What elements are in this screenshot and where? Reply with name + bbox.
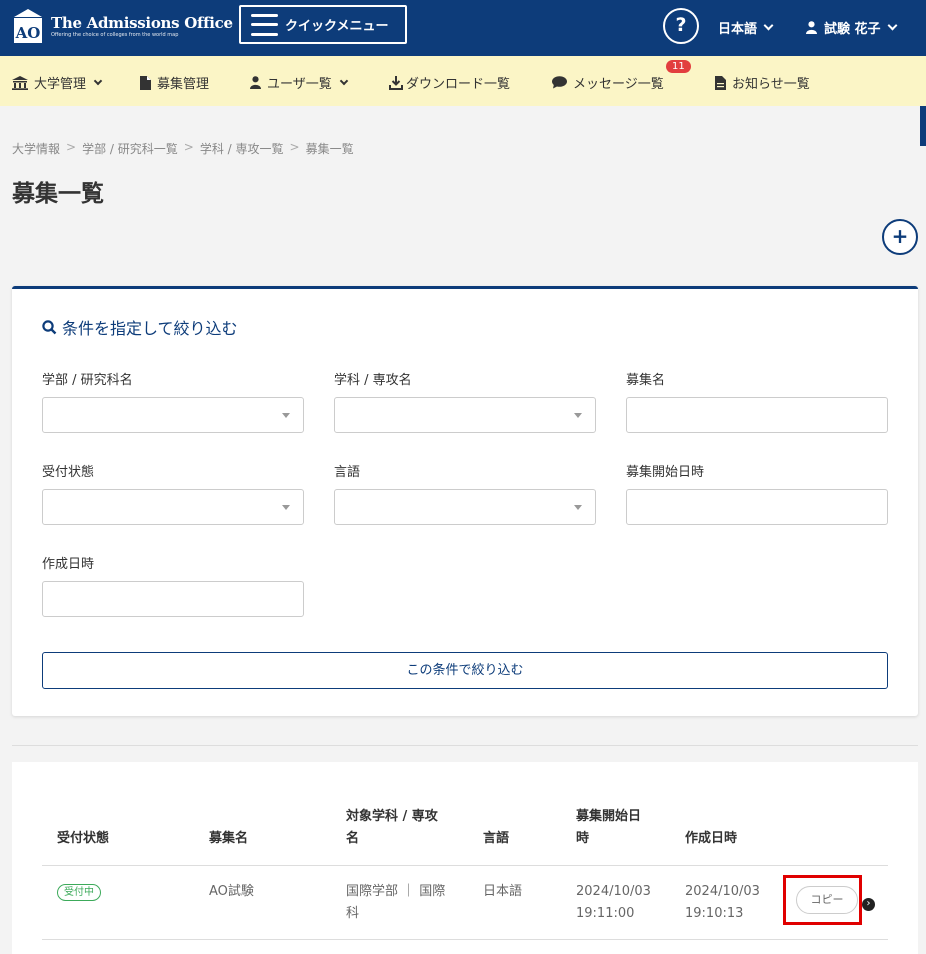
- message-count-badge: 11: [666, 60, 691, 73]
- faculty-select[interactable]: [42, 397, 304, 433]
- row-language: 日本語: [483, 884, 523, 899]
- search-icon: [42, 319, 57, 334]
- nav-university-label: 大学管理: [34, 77, 87, 92]
- user-name: 試験 花子: [824, 22, 881, 37]
- row-created-time: 19:10:13: [685, 906, 744, 921]
- start-date-input[interactable]: [626, 489, 888, 525]
- logo-subtitle: Offering the choice of colleges from the…: [51, 31, 179, 38]
- nav-notices-label: お知らせ一覧: [732, 77, 810, 92]
- filter-heading-text: 条件を指定して絞り込む: [62, 319, 238, 338]
- nav-messages[interactable]: メッセージ一覧: [552, 73, 664, 92]
- row-target: 国際学部 ｜ 国際 科: [346, 881, 445, 925]
- row-created-date: 2024/10/03: [685, 884, 760, 899]
- table-row-divider: [42, 939, 888, 940]
- language-dropdown[interactable]: 日本語: [718, 18, 774, 37]
- nav-downloads[interactable]: ダウンロード一覧: [389, 73, 510, 92]
- status-label: 受付状態: [42, 465, 95, 480]
- document-icon: [140, 75, 151, 90]
- department-select[interactable]: [334, 397, 596, 433]
- faculty-label: 学部 / 研究科名: [42, 373, 133, 388]
- chevron-down-icon: [763, 20, 774, 31]
- filter-heading: 条件を指定して絞り込む: [42, 315, 238, 339]
- column-header-created[interactable]: 作成日時: [685, 828, 737, 850]
- nav-recruitment-label: 募集管理: [157, 77, 210, 92]
- created-date-input[interactable]: [42, 581, 304, 617]
- nav-recruitment[interactable]: 募集管理: [140, 73, 209, 92]
- user-icon: [806, 21, 817, 34]
- column-header-start-line1: 募集開始日: [576, 809, 642, 824]
- chevron-down-icon: [339, 76, 348, 85]
- row-target-line1: 国際学部 ｜ 国際: [346, 884, 446, 899]
- breadcrumb-item-faculty[interactable]: 学部 / 研究科一覧: [82, 140, 178, 157]
- chevron-down-icon: [887, 20, 897, 31]
- language-label: 日本語: [718, 22, 758, 37]
- breadcrumb-separator: >: [66, 140, 77, 154]
- logo[interactable]: AO The Admissions Office Offering the ch…: [12, 8, 233, 44]
- nav-university[interactable]: 大学管理: [12, 73, 103, 92]
- department-label: 学科 / 専攻名: [334, 373, 412, 388]
- column-header-start-line2: 時: [576, 831, 590, 846]
- chevron-right-icon[interactable]: ›: [862, 898, 875, 911]
- row-created-datetime: 2024/10/03 19:10:13: [685, 881, 760, 925]
- breadcrumb-item-department[interactable]: 学科 / 専攻一覧: [200, 140, 284, 157]
- top-header: AO The Admissions Office Offering the ch…: [0, 0, 926, 56]
- table-header-divider: [42, 865, 888, 866]
- created-date-label: 作成日時: [42, 557, 95, 572]
- filter-panel: 条件を指定して絞り込む 学部 / 研究科名 学科 / 専攻名 募集名 受付状態 …: [12, 286, 918, 716]
- recruitment-name-input[interactable]: [626, 397, 888, 433]
- column-header-target[interactable]: 対象学科 / 専攻 名: [346, 806, 438, 850]
- column-header-language[interactable]: 言語: [483, 828, 509, 850]
- help-button[interactable]: ?: [663, 8, 699, 44]
- recruitment-name-label: 募集名: [626, 373, 666, 388]
- column-header-target-line2: 名: [346, 831, 360, 846]
- quick-menu-label: クイックメニュー: [285, 19, 389, 34]
- row-name: AO試験: [209, 884, 254, 899]
- university-icon: [12, 75, 28, 90]
- row-start-date: 2024/10/03: [576, 884, 651, 899]
- breadcrumb-separator: >: [183, 140, 194, 154]
- copy-highlight: コピー: [783, 875, 862, 925]
- divider: [12, 745, 918, 746]
- add-button[interactable]: +: [882, 219, 918, 255]
- column-header-status[interactable]: 受付状態: [57, 828, 109, 850]
- logo-title: The Admissions Office: [51, 13, 233, 32]
- breadcrumb-item-university[interactable]: 大学情報: [12, 140, 60, 157]
- document-icon: [715, 75, 726, 90]
- row-target-line2: 科: [346, 906, 360, 921]
- nav-users[interactable]: ユーザ一覧: [250, 73, 348, 92]
- user-menu[interactable]: 試験 花子: [806, 18, 897, 37]
- row-start-time: 19:11:00: [576, 906, 635, 921]
- language-label: 言語: [334, 465, 361, 480]
- row-start-datetime: 2024/10/03 19:11:00: [576, 881, 651, 925]
- language-select[interactable]: [334, 489, 596, 525]
- chat-icon: [552, 76, 567, 89]
- nav-users-label: ユーザ一覧: [267, 77, 332, 92]
- hamburger-icon: [251, 13, 278, 36]
- filter-submit-button[interactable]: この条件で絞り込む: [42, 652, 888, 689]
- copy-button[interactable]: コピー: [796, 886, 858, 914]
- main-nav: 大学管理 募集管理 ユーザ一覧 ダウンロード一覧 メッセージ一覧 お知らせ一覧: [0, 56, 926, 106]
- start-date-label: 募集開始日時: [626, 465, 705, 480]
- quick-menu-button[interactable]: クイックメニュー: [239, 5, 407, 44]
- status-select[interactable]: [42, 489, 304, 525]
- nav-messages-label: メッセージ一覧: [573, 77, 664, 92]
- recruitment-table: 受付状態 募集名 対象学科 / 専攻 名 言語 募集開始日 時 作成日時 受付中…: [12, 762, 918, 954]
- nav-downloads-label: ダウンロード一覧: [406, 77, 511, 92]
- column-header-name[interactable]: 募集名: [209, 828, 248, 850]
- breadcrumb: 大学情報 > 学部 / 研究科一覧 > 学科 / 専攻一覧 > 募集一覧: [12, 140, 354, 157]
- user-icon: [250, 76, 261, 89]
- breadcrumb-separator: >: [289, 140, 300, 154]
- scroll-indicator: [920, 106, 926, 146]
- chevron-down-icon: [93, 76, 103, 85]
- page-title: 募集一覧: [12, 181, 104, 207]
- breadcrumb-item-current: 募集一覧: [305, 142, 354, 156]
- status-badge: 受付中: [57, 884, 101, 901]
- column-header-target-line1: 対象学科 / 専攻: [346, 809, 438, 824]
- logo-mark-icon: AO: [12, 8, 44, 44]
- column-header-start[interactable]: 募集開始日 時: [576, 806, 641, 850]
- nav-notices[interactable]: お知らせ一覧: [715, 73, 810, 92]
- logo-mark-text: AO: [15, 24, 41, 42]
- download-icon: [389, 75, 403, 90]
